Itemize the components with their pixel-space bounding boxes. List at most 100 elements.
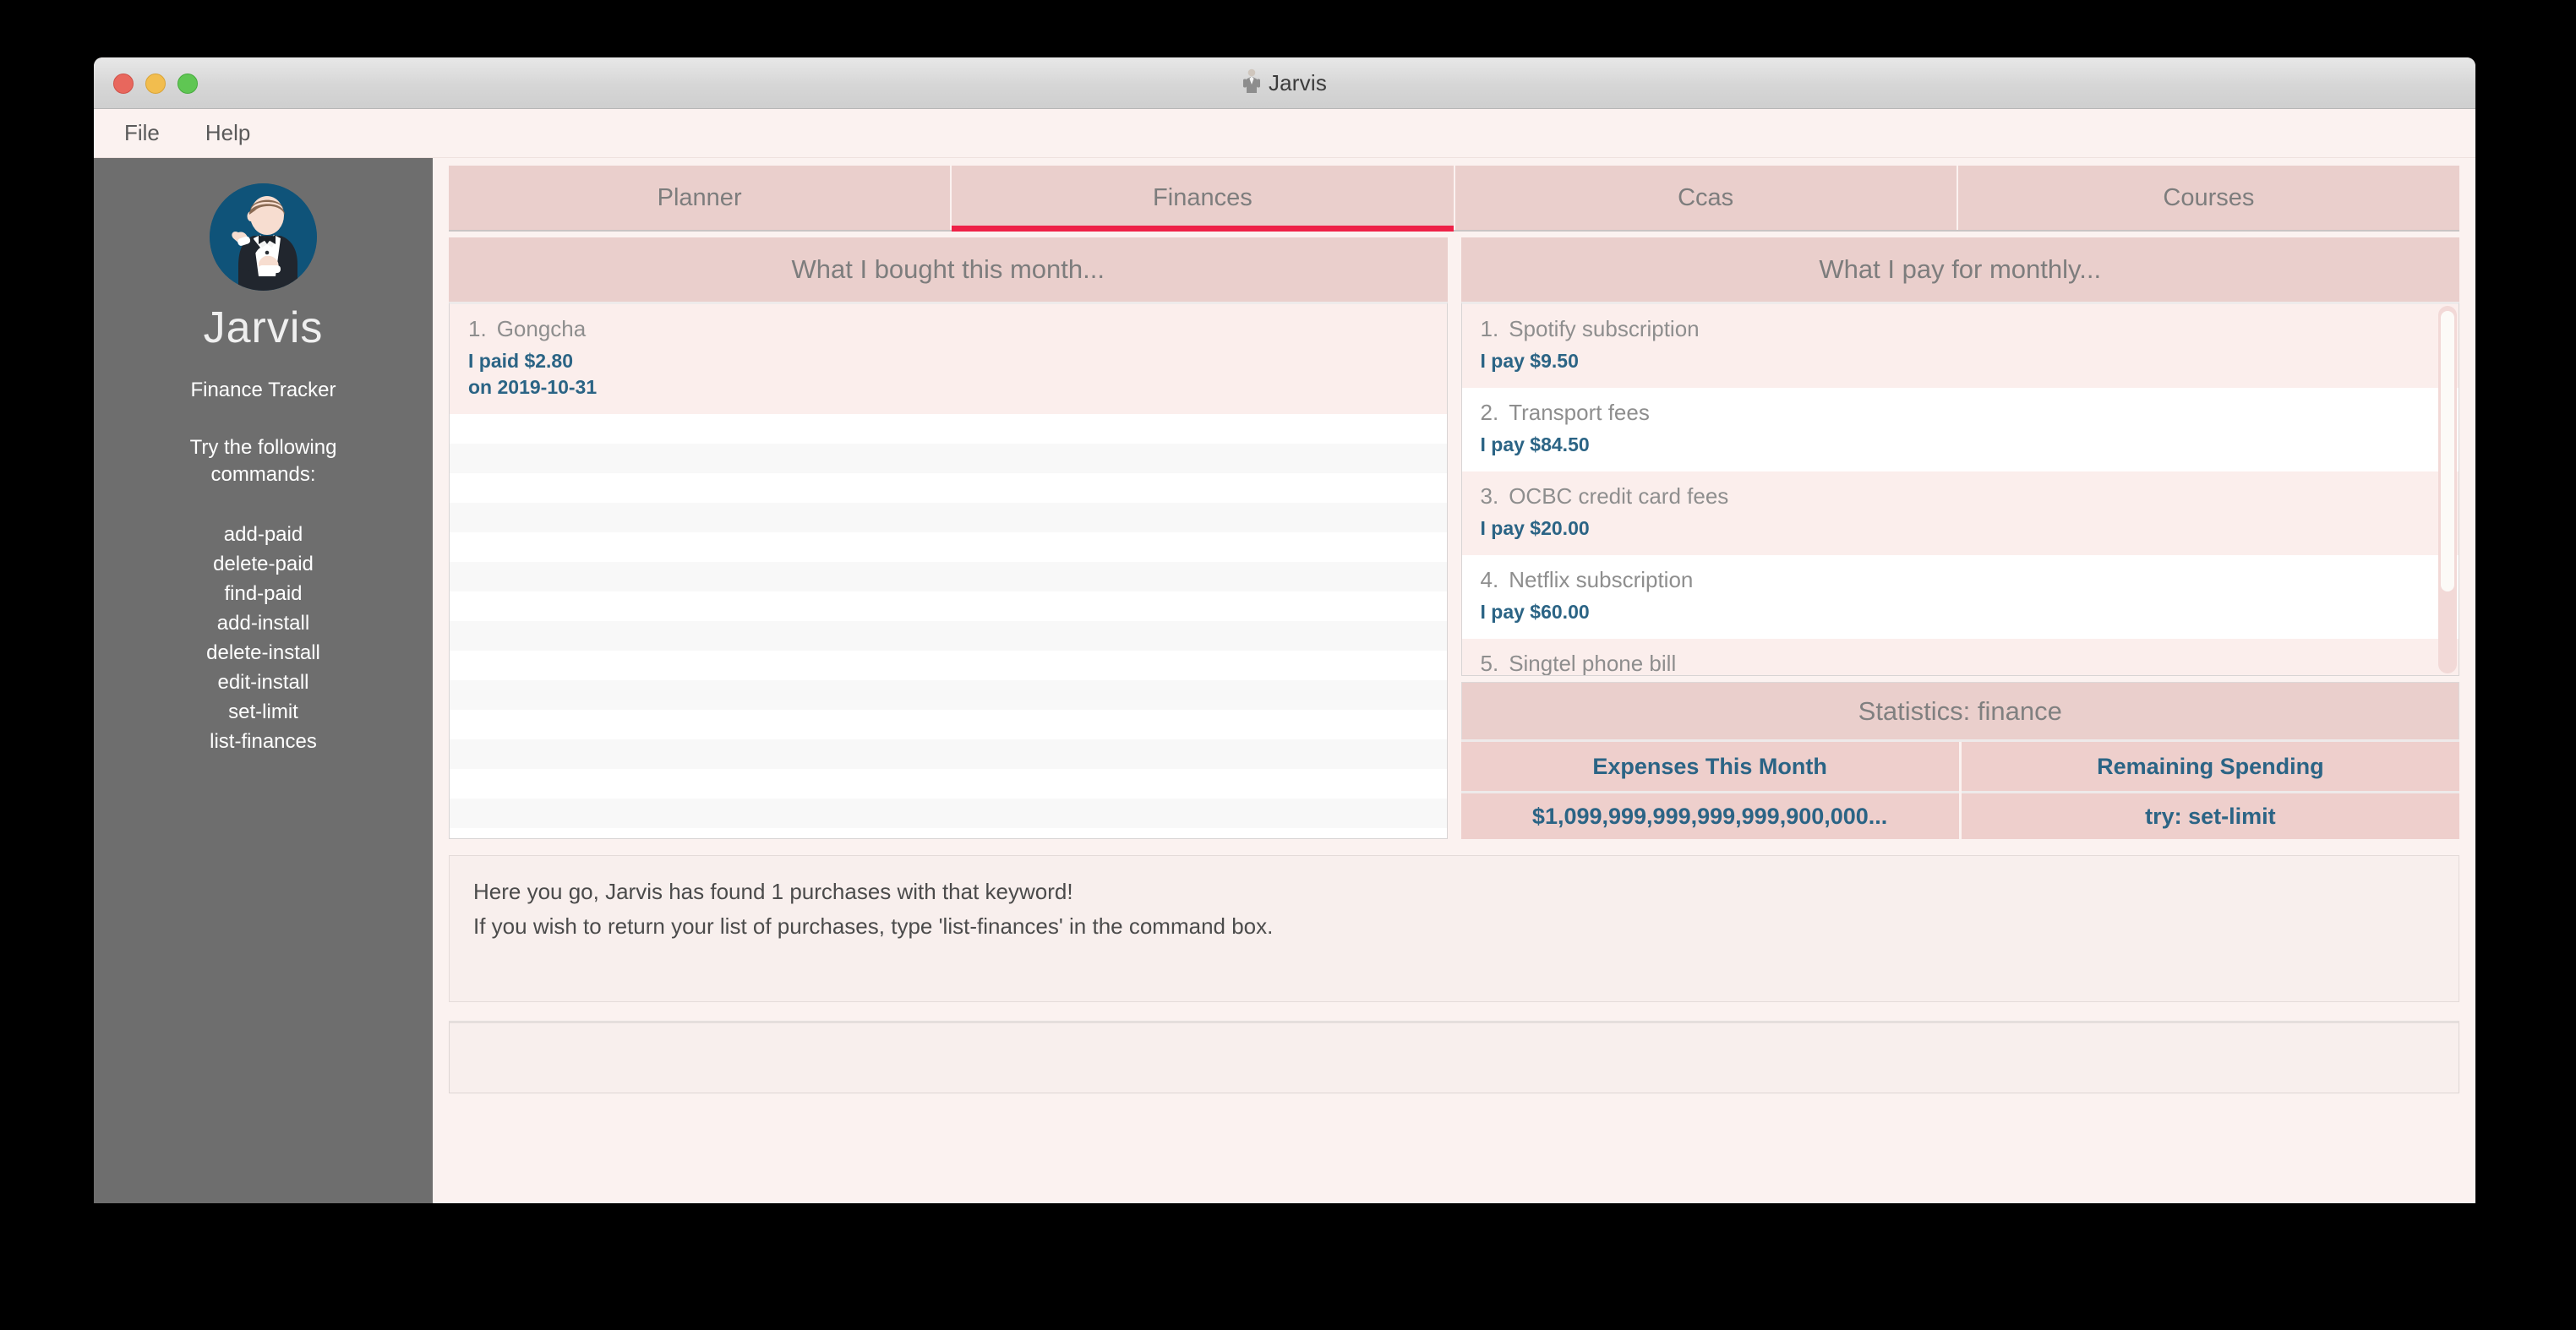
installment-amount: I pay $60.00 <box>1480 601 1590 623</box>
command-input[interactable] <box>449 1021 2459 1093</box>
command-hint-add-install: add-install <box>216 611 310 635</box>
butler-icon <box>1242 68 1261 98</box>
purchases-panel-header: What I bought this month... <box>449 237 1448 302</box>
list-item-empty <box>450 444 1447 473</box>
installment-name: Transport fees <box>1509 400 1650 425</box>
purchases-list-scrollarea: 1. Gongcha I paid $2.80 on 2019-10-31 <box>450 304 1447 838</box>
installment-title-line: 1. Spotify subscription <box>1481 316 2441 342</box>
list-item-empty <box>450 828 1447 838</box>
installments-panel-header: What I pay for monthly... <box>1460 237 2459 302</box>
window-title: Jarvis <box>1268 69 1328 95</box>
list-item-empty <box>450 651 1447 680</box>
installment-name: Spotify subscription <box>1509 316 1700 341</box>
installment-index: 3. <box>1480 483 1499 509</box>
purchase-name: Gongcha <box>496 316 587 341</box>
installments-list[interactable]: 1. Spotify subscription I pay $9.50 2. T… <box>1460 302 2459 676</box>
list-item[interactable]: 1. Gongcha I paid $2.80 on 2019-10-31 <box>450 304 1447 414</box>
list-item-empty <box>450 621 1447 651</box>
command-hint-set-limit: set-limit <box>228 700 298 723</box>
list-item-empty <box>450 532 1447 562</box>
list-item-empty <box>450 591 1447 621</box>
list-item-empty <box>450 710 1447 739</box>
list-item-empty <box>450 680 1447 710</box>
list-item-empty <box>450 562 1447 591</box>
installment-name: Singtel phone bill <box>1509 651 1677 675</box>
installment-amount: I pay $20.00 <box>1480 517 1590 539</box>
installment-name: OCBC credit card fees <box>1509 483 1729 509</box>
statistics-grid: Expenses This Month $1,099,999,999,999,9… <box>1460 739 2459 839</box>
command-hint-delete-paid: delete-paid <box>213 552 314 575</box>
installment-title-line: 5. Singtel phone bill <box>1481 651 2441 675</box>
main-content: Planner Finances Ccas Courses What I bou… <box>433 158 2475 1203</box>
brand-name: Jarvis <box>203 303 324 352</box>
scrollbar-thumb[interactable] <box>2441 311 2454 591</box>
commands-heading: Try the following commands: <box>189 436 337 487</box>
installment-title-line: 4. Netflix subscription <box>1481 567 2441 593</box>
table-row[interactable]: 1. Spotify subscription I pay $9.50 <box>1461 304 2459 388</box>
statistics-title: Statistics: finance <box>1460 682 2459 739</box>
table-row[interactable]: 3. OCBC credit card fees I pay $20.00 <box>1461 471 2459 555</box>
window-body: Jarvis Finance Tracker Try the following… <box>94 158 2475 1203</box>
installment-title-line: 2. Transport fees <box>1481 400 2441 426</box>
table-row[interactable]: 5. Singtel phone bill I pay $40.00 <box>1461 639 2459 675</box>
purchase-title-line: 1. Gongcha <box>468 316 1428 342</box>
statistics-value-remaining: try: set-limit <box>1961 791 2459 839</box>
purchases-list-inner: 1. Gongcha I paid $2.80 on 2019-10-31 <box>450 304 1447 838</box>
statistics-column-expenses: Expenses This Month $1,099,999,999,999,9… <box>1460 742 1962 839</box>
feedback-line-1: Here you go, Jarvis has found 1 purchase… <box>473 879 1073 904</box>
sidebar: Jarvis Finance Tracker Try the following… <box>94 158 433 1203</box>
purchases-list[interactable]: 1. Gongcha I paid $2.80 on 2019-10-31 <box>449 302 1448 839</box>
installment-title-line: 3. OCBC credit card fees <box>1481 483 2441 510</box>
command-hint-list-finances: list-finances <box>210 729 317 753</box>
list-item-empty <box>450 503 1447 532</box>
statistics-header-expenses: Expenses This Month <box>1460 742 1959 791</box>
menu-item-help[interactable]: Help <box>200 117 255 150</box>
installment-index: 5. <box>1480 651 1499 675</box>
list-item-empty <box>450 414 1447 444</box>
screen-root: Jarvis File Help Jarvis Finance Tracker … <box>0 0 2576 1330</box>
installments-list-scrollarea: 1. Spotify subscription I pay $9.50 2. T… <box>1461 304 2459 675</box>
menu-item-file[interactable]: File <box>119 117 165 150</box>
feedback-line-2: If you wish to return your list of purch… <box>473 913 1274 939</box>
command-hints-list: add-paid delete-paid find-paid add-insta… <box>206 520 320 756</box>
statistics-column-remaining: Remaining Spending try: set-limit <box>1961 742 2459 839</box>
purchases-panel: What I bought this month... 1. Gongcha I… <box>449 237 1448 839</box>
purchase-date: on 2019-10-31 <box>468 376 598 398</box>
list-item-empty <box>450 473 1447 503</box>
table-row[interactable]: 4. Netflix subscription I pay $60.00 <box>1461 555 2459 639</box>
window-titlebar: Jarvis <box>94 57 2475 109</box>
list-item-empty <box>450 739 1447 769</box>
brand-subtitle: Finance Tracker <box>190 379 336 401</box>
window-title-group: Jarvis <box>94 57 2475 108</box>
panes-row: What I bought this month... 1. Gongcha I… <box>449 237 2459 839</box>
installment-name: Netflix subscription <box>1509 567 1694 592</box>
purchase-amount: I paid $2.80 <box>468 350 574 372</box>
tab-finances[interactable]: Finances <box>952 166 1455 232</box>
tab-courses[interactable]: Courses <box>1957 166 2459 230</box>
statistics-section: Statistics: finance Expenses This Month … <box>1460 682 2459 839</box>
tab-bar: Planner Finances Ccas Courses <box>449 166 2459 232</box>
list-item-empty <box>450 799 1447 828</box>
table-row[interactable]: 2. Transport fees I pay $84.50 <box>1461 388 2459 471</box>
command-hint-edit-install: edit-install <box>217 670 309 694</box>
result-feedback-box: Here you go, Jarvis has found 1 purchase… <box>449 855 2459 1002</box>
menu-bar: File Help <box>94 109 2475 158</box>
list-item-empty <box>450 769 1447 799</box>
statistics-header-remaining: Remaining Spending <box>1961 742 2459 791</box>
installment-index: 4. <box>1480 567 1499 592</box>
tab-planner[interactable]: Planner <box>449 166 952 230</box>
tab-ccas[interactable]: Ccas <box>1454 166 1958 230</box>
butler-avatar <box>210 183 317 291</box>
installments-panel: What I pay for monthly... 1. Spotify sub… <box>1460 237 2459 839</box>
installments-list-inner: 1. Spotify subscription I pay $9.50 2. T… <box>1461 304 2459 675</box>
command-hint-delete-install: delete-install <box>206 640 320 664</box>
installment-index: 1. <box>1480 316 1499 341</box>
installment-amount: I pay $84.50 <box>1480 433 1590 455</box>
statistics-value-expenses: $1,099,999,999,999,999,900,000... <box>1460 791 1959 839</box>
installments-scrollbar[interactable] <box>2438 306 2457 673</box>
command-hint-find-paid: find-paid <box>224 581 303 605</box>
command-hint-add-paid: add-paid <box>223 522 303 546</box>
installment-amount: I pay $9.50 <box>1480 350 1579 372</box>
application-window: Jarvis File Help Jarvis Finance Tracker … <box>94 57 2475 1203</box>
purchase-index: 1. <box>468 316 487 341</box>
